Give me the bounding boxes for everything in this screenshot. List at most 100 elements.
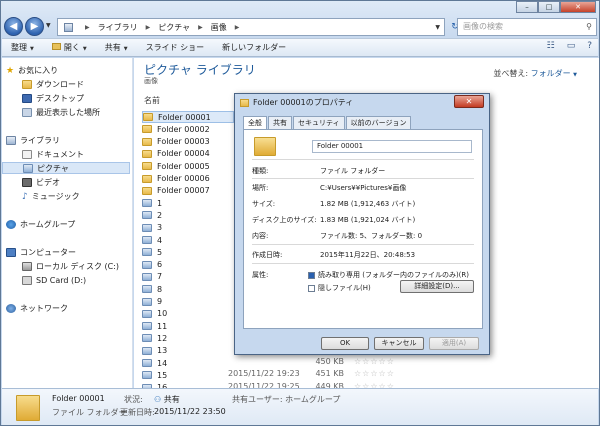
- address-bar[interactable]: ▶ ライブラリ ▶ ピクチャ ▶ 画像 ▶ ▼: [57, 18, 445, 36]
- nav-homegroup[interactable]: ホームグループ: [2, 218, 130, 230]
- list-item[interactable]: 4: [142, 234, 162, 246]
- view-options-icon[interactable]: ☷: [547, 41, 555, 51]
- list-item[interactable]: Folder 00003: [142, 136, 210, 148]
- ok-button[interactable]: OK: [321, 337, 369, 350]
- list-item[interactable]: Folder 00004: [142, 148, 210, 160]
- close-button[interactable]: ✕: [560, 1, 596, 13]
- arrange-by[interactable]: 並べ替え: フォルダー ▼: [493, 68, 577, 79]
- list-item[interactable]: Folder 00005: [142, 160, 210, 172]
- list-item-label: Folder 00003: [157, 137, 210, 147]
- list-item-label: 14: [157, 358, 168, 368]
- list-item[interactable]: 13: [142, 345, 167, 357]
- list-item-label: 15: [157, 370, 168, 380]
- new-folder-button[interactable]: 新しいフォルダー: [213, 42, 295, 53]
- list-item[interactable]: Folder 00002: [142, 123, 210, 135]
- nav-sd-card[interactable]: SD Card (D:): [2, 274, 130, 286]
- nav-computer[interactable]: コンピューター: [2, 246, 130, 258]
- address-dropdown-icon[interactable]: ▼: [435, 24, 440, 31]
- column-header-name[interactable]: 名前: [144, 95, 160, 106]
- list-item[interactable]: 3: [142, 222, 162, 234]
- help-icon[interactable]: ?: [587, 41, 592, 51]
- minimize-button[interactable]: –: [516, 1, 538, 13]
- nav-music[interactable]: ♪ ミュージック: [2, 190, 130, 202]
- tab-sharing[interactable]: 共有: [268, 116, 292, 129]
- rating-stars-icon[interactable]: ☆☆☆☆☆: [354, 357, 395, 369]
- nav-sd-card-label: SD Card (D:): [36, 275, 87, 285]
- share-button[interactable]: 共有 ▼: [96, 42, 137, 53]
- list-item-label: 7: [157, 272, 163, 282]
- open-button[interactable]: 開く ▼: [43, 42, 96, 53]
- nav-pictures-label: ピクチャ: [37, 163, 69, 173]
- image-file-icon: [142, 223, 152, 232]
- list-item[interactable]: 7: [142, 271, 162, 283]
- nav-videos[interactable]: ビデオ: [2, 176, 130, 188]
- readonly-checkbox[interactable]: 読み取り専用 (フォルダー内のファイルのみ)(R): [308, 270, 469, 280]
- nav-libraries[interactable]: ライブラリ: [2, 134, 130, 146]
- forward-button[interactable]: ▶: [25, 17, 44, 36]
- back-button[interactable]: ◀: [4, 17, 23, 36]
- details-state-text: 共有: [163, 395, 180, 404]
- organize-button[interactable]: 整理 ▼: [2, 42, 43, 53]
- list-item-label: 8: [157, 284, 163, 294]
- list-item[interactable]: Folder 00001: [142, 111, 234, 123]
- nav-local-disk[interactable]: ローカル ディスク (C:): [2, 260, 130, 272]
- nav-network[interactable]: ネットワーク: [2, 302, 130, 314]
- preview-pane-icon[interactable]: ▭: [567, 41, 576, 51]
- dialog-titlebar[interactable]: Folder 00001のプロパティ: [235, 94, 489, 112]
- nav-pictures[interactable]: ピクチャ: [2, 162, 130, 174]
- list-item[interactable]: 15: [142, 369, 167, 381]
- checkbox-unchecked-icon: [308, 284, 315, 292]
- nav-documents-label: ドキュメント: [36, 149, 84, 159]
- network-icon: [6, 303, 16, 313]
- folder-icon: [240, 99, 249, 107]
- maximize-button[interactable]: □: [538, 1, 560, 13]
- folder-icon: [142, 149, 152, 158]
- tab-previous-versions[interactable]: 以前のバージョン: [345, 116, 412, 129]
- list-item[interactable]: Folder 00007: [142, 185, 210, 197]
- list-item[interactable]: 2: [142, 209, 162, 221]
- search-input[interactable]: 画像の検索 ⚲: [457, 18, 597, 36]
- image-file-icon: [142, 236, 152, 244]
- arrange-value: フォルダー: [530, 69, 571, 78]
- details-pane: Folder 00001 ファイル フォルダー 状況: ⚇ 共有 更新日時: 2…: [2, 388, 598, 425]
- divider: [252, 244, 474, 245]
- nav-documents[interactable]: ドキュメント: [2, 148, 130, 160]
- list-item[interactable]: 1: [142, 197, 162, 209]
- folder-name-field[interactable]: Folder 00001: [312, 140, 472, 153]
- advanced-button[interactable]: 詳細設定(D)...: [400, 280, 474, 293]
- size-cell: 450 KB: [315, 357, 344, 366]
- apply-button: 適用(A): [429, 337, 479, 350]
- list-item[interactable]: 11: [142, 320, 167, 332]
- nav-desktop[interactable]: デスクトップ: [2, 92, 130, 104]
- tab-general[interactable]: 全般: [243, 116, 267, 130]
- dialog-close-button[interactable]: ✕: [454, 95, 484, 108]
- list-item[interactable]: 5: [142, 246, 162, 258]
- nav-recent-places[interactable]: 最近表示した場所: [2, 106, 130, 118]
- rating-stars-icon[interactable]: ☆☆☆☆☆: [354, 369, 395, 381]
- breadcrumb-pictures[interactable]: ピクチャ: [158, 22, 190, 33]
- list-item[interactable]: Folder 00006: [142, 173, 210, 185]
- list-item[interactable]: 8: [142, 283, 162, 295]
- history-dropdown-icon[interactable]: ▼: [46, 22, 54, 32]
- nav-favorites[interactable]: ★ お気に入り: [2, 64, 130, 76]
- tab-security[interactable]: セキュリティ: [293, 116, 345, 129]
- nav-music-label: ミュージック: [31, 191, 80, 201]
- breadcrumb-images[interactable]: 画像: [211, 22, 227, 33]
- window-controls: – □ ✕: [516, 1, 596, 13]
- list-item[interactable]: 12: [142, 332, 167, 344]
- breadcrumb-libraries[interactable]: ライブラリ: [98, 22, 138, 33]
- hidden-checkbox[interactable]: 隠しファイル(H): [308, 283, 371, 293]
- list-item-details: 2015/11/22 19:23 451 KB ☆☆☆☆☆: [228, 369, 395, 381]
- nav-downloads[interactable]: ダウンロード: [2, 78, 130, 90]
- list-item[interactable]: 14: [142, 357, 167, 369]
- desktop-icon: [22, 93, 32, 103]
- size-value: 1.82 MB (1,912,463 バイト): [320, 200, 416, 208]
- chevron-down-icon: ▼: [30, 46, 34, 52]
- slideshow-button[interactable]: スライド ショー: [137, 42, 214, 53]
- list-item[interactable]: 10: [142, 308, 167, 320]
- date-cell: [228, 357, 296, 369]
- cancel-button[interactable]: キャンセル: [374, 337, 424, 350]
- list-item[interactable]: 6: [142, 259, 162, 271]
- list-item[interactable]: 9: [142, 296, 162, 308]
- close-icon: ✕: [465, 97, 473, 106]
